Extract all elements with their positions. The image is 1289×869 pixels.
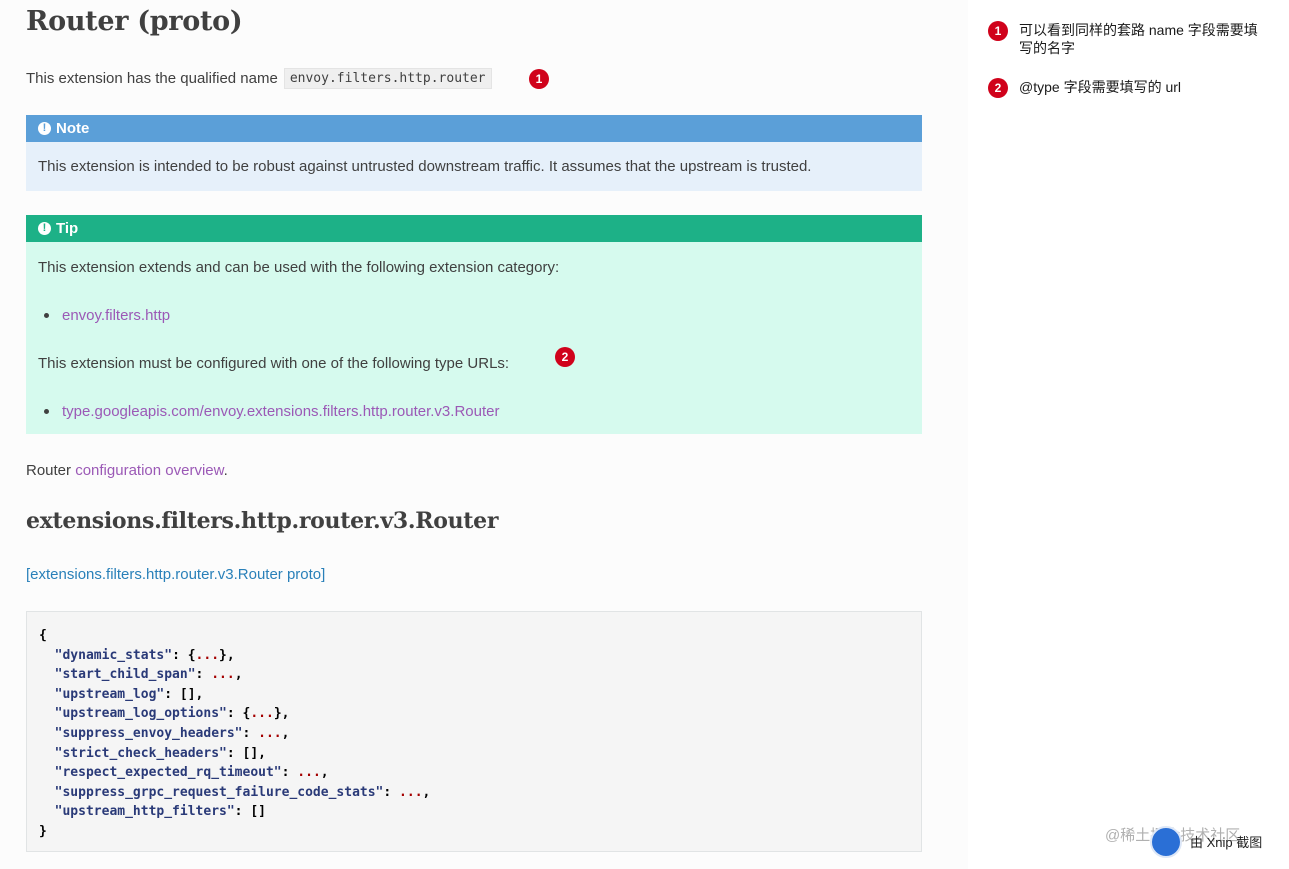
- xnip-caption: 由 Xnip 截图: [1190, 835, 1263, 850]
- code-value-open: [],: [242, 745, 266, 761]
- code-separator: :: [226, 706, 243, 722]
- code-key: "suppress_envoy_headers": [54, 725, 243, 741]
- code-key: "start_child_span": [54, 667, 196, 683]
- code-line: "strict_check_headers": [],: [39, 744, 909, 764]
- code-value-close: ,: [422, 784, 431, 800]
- tip-type-text: This extension must be configured with o…: [38, 355, 510, 372]
- code-key: "upstream_http_filters": [54, 804, 235, 820]
- code-lines: "dynamic_stats": {...}, "start_child_spa…: [39, 646, 909, 822]
- bullet-icon: [44, 409, 49, 414]
- section-title: extensions.filters.http.router.v3.Router: [26, 508, 499, 534]
- code-line: "dynamic_stats": {...},: [39, 646, 909, 666]
- code-close-brace: }: [39, 823, 47, 839]
- note-text: This extension is intended to be robust …: [38, 158, 812, 175]
- tip-category-text: This extension extends and can be used w…: [38, 259, 560, 276]
- configuration-overview-link[interactable]: configuration overview: [75, 462, 223, 479]
- code-line: "suppress_grpc_request_failure_code_stat…: [39, 783, 909, 803]
- tip-admonition: ! Tip This extension extends and can be …: [26, 215, 922, 434]
- tip-body: This extension extends and can be used w…: [26, 242, 922, 434]
- qualified-name-prefix: This extension has the qualified name: [26, 70, 278, 87]
- code-line: "upstream_http_filters": []: [39, 802, 909, 822]
- code-separator: :: [242, 725, 259, 741]
- exclamation-circle-icon: !: [38, 222, 51, 235]
- annotation-item-1: 1 可以看到同样的套路 name 字段需要填写的名字: [988, 21, 1269, 57]
- code-ellipsis: ...: [297, 765, 321, 781]
- code-key: "strict_check_headers": [54, 745, 227, 761]
- tip-title: Tip: [56, 220, 79, 237]
- code-separator: :: [383, 784, 400, 800]
- note-header: ! Note: [26, 115, 922, 142]
- xnip-logo-icon: [1150, 826, 1182, 858]
- note-title: Note: [56, 120, 90, 137]
- type-url-link[interactable]: type.googleapis.com/envoy.extensions.fil…: [62, 403, 499, 420]
- code-separator: :: [226, 745, 243, 761]
- code-line: "upstream_log": [],: [39, 685, 909, 705]
- tip-header: ! Tip: [26, 215, 922, 242]
- code-value-open: []: [250, 804, 266, 820]
- qualified-name-line: This extension has the qualified name en…: [26, 68, 492, 89]
- code-key: "dynamic_stats": [54, 647, 173, 663]
- annotation-badge-2: 2: [555, 347, 575, 367]
- router-prefix: Router: [26, 462, 72, 479]
- code-block: { "dynamic_stats": {...}, "start_child_s…: [26, 611, 922, 852]
- code-ellipsis: ...: [211, 667, 235, 683]
- code-key: "upstream_log_options": [54, 706, 227, 722]
- code-key: "upstream_log": [54, 686, 165, 702]
- router-suffix: .: [223, 462, 228, 479]
- code-line: "upstream_log_options": {...},: [39, 704, 909, 724]
- code-value-close: ,: [234, 667, 243, 683]
- code-value-open: {: [187, 647, 196, 663]
- annotation-badge-1: 1: [529, 69, 549, 89]
- router-config-line: Router configuration overview.: [26, 462, 228, 479]
- note-body: This extension is intended to be robust …: [26, 142, 922, 191]
- documentation-pane: Router (proto) This extension has the qu…: [0, 0, 968, 869]
- bullet-icon: [44, 313, 49, 318]
- exclamation-circle-icon: !: [38, 122, 51, 135]
- proto-link[interactable]: [extensions.filters.http.router.v3.Route…: [26, 566, 325, 583]
- code-separator: :: [281, 765, 298, 781]
- code-line: "suppress_envoy_headers": ...,: [39, 724, 909, 744]
- annotation-text-1: 可以看到同样的套路 name 字段需要填写的名字: [1019, 22, 1258, 56]
- code-value-close: },: [273, 706, 290, 722]
- category-link[interactable]: envoy.filters.http: [62, 307, 170, 324]
- code-ellipsis: ...: [195, 647, 220, 663]
- code-ellipsis: ...: [250, 706, 274, 722]
- code-separator: :: [195, 667, 212, 683]
- page-title: Router (proto): [26, 6, 243, 37]
- code-ellipsis: ...: [399, 784, 423, 800]
- code-value-close: ,: [320, 765, 329, 781]
- code-line: "respect_expected_rq_timeout": ...,: [39, 763, 909, 783]
- code-ellipsis: ...: [258, 725, 282, 741]
- code-value-close: },: [219, 647, 235, 663]
- code-line: "start_child_span": ...,: [39, 665, 909, 685]
- code-open-brace: {: [39, 628, 47, 643]
- code-key: "suppress_grpc_request_failure_code_stat…: [54, 784, 384, 800]
- code-separator: :: [172, 647, 188, 663]
- code-separator: :: [164, 686, 180, 702]
- annotation-sidebar: 1 可以看到同样的套路 name 字段需要填写的名字 2 @type 字段需要填…: [968, 0, 1289, 869]
- code-value-close: ,: [281, 725, 290, 741]
- annotation-item-2: 2 @type 字段需要填写的 url: [988, 78, 1269, 98]
- annotation-number-2: 2: [988, 78, 1008, 98]
- code-separator: :: [234, 804, 251, 820]
- annotation-number-1: 1: [988, 21, 1008, 41]
- annotation-text-2: @type 字段需要填写的 url: [1019, 79, 1182, 95]
- note-admonition: ! Note This extension is intended to be …: [26, 115, 922, 191]
- code-value-open: [],: [179, 686, 204, 702]
- code-key: "respect_expected_rq_timeout": [54, 765, 282, 781]
- qualified-name-code: envoy.filters.http.router: [283, 68, 492, 89]
